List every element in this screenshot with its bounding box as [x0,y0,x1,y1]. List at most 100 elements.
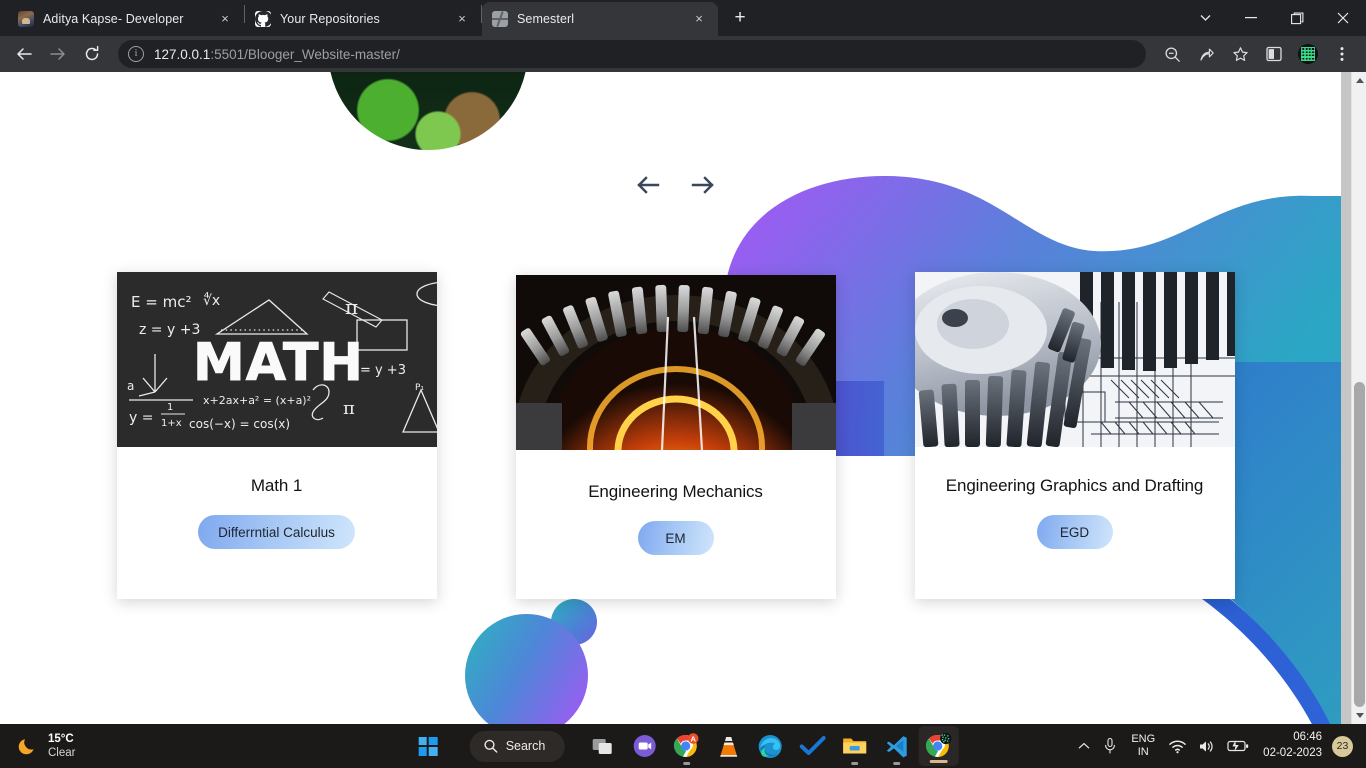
zoom-search-icon[interactable] [1156,38,1188,70]
vlc-icon[interactable] [708,724,748,768]
svg-text:A: A [690,735,696,744]
svg-text:π: π [343,398,355,419]
notification-badge[interactable]: 23 [1332,735,1353,757]
weather-text: 15°C Clear [48,732,75,760]
hero-circular-photo [328,72,528,150]
svg-text:y =: y = [129,410,153,426]
todoist-check-icon[interactable] [792,724,832,768]
page-viewport: E = mc² ∜x z = y +3 π z = y +3 a y = 1 1… [0,72,1366,724]
browser-toolbar: i 127.0.0.1:5501/Blooger_Website-master/ [0,36,1366,72]
clock-time: 06:46 [1293,731,1322,744]
glowing-gear-image [515,275,836,450]
teams-icon[interactable] [624,724,664,768]
browser-tab-3[interactable]: Semesterl × [482,2,718,36]
svg-text:∜x: ∜x [203,292,220,309]
close-icon[interactable] [1320,0,1366,36]
page-content: E = mc² ∜x z = y +3 π z = y +3 a y = 1 1… [0,72,1351,724]
browser-tab-1[interactable]: Aditya Kapse- Developer × [8,2,244,36]
reload-icon[interactable] [76,38,108,70]
windows-taskbar: 15°C Clear Search A ENG IN 06:46 02-02-2… [0,724,1366,768]
chevron-up-icon[interactable] [1071,724,1097,768]
url-path: :5501/Blooger_Website-master/ [210,46,400,62]
new-tab-button[interactable]: + [726,5,754,33]
course-card[interactable]: Engineering Graphics and Drafting EGD [914,272,1235,599]
clock-date: 02-02-2023 [1263,747,1322,759]
browser-tab-2[interactable]: Your Repositories × [245,2,481,36]
url-text: 127.0.0.1:5501/Blooger_Website-master/ [154,47,400,62]
github-icon [255,11,271,27]
bookmark-star-icon[interactable] [1224,38,1256,70]
course-title: Engineering Graphics and Drafting [945,476,1204,495]
tab-title: Your Repositories [280,12,380,26]
url-host: 127.0.0.1 [154,46,211,62]
course-card-list: E = mc² ∜x z = y +3 π z = y +3 a y = 1 1… [0,272,1351,599]
carousel-next-arrow-icon[interactable] [689,171,717,199]
weather-condition: Clear [48,747,76,759]
share-icon[interactable] [1190,38,1222,70]
svg-text:P₁: P₁ [415,383,424,393]
forward-icon[interactable] [42,38,74,70]
microphone-icon[interactable] [1097,724,1123,768]
course-card[interactable]: E = mc² ∜x z = y +3 π z = y +3 a y = 1 1… [116,272,437,599]
scrollbar-thumb[interactable] [1354,382,1365,707]
task-view-icon[interactable] [582,724,622,768]
vscode-icon[interactable] [876,724,916,768]
wifi-icon[interactable] [1163,724,1192,768]
windows-logo-icon [418,736,438,756]
minimize-icon[interactable] [1228,0,1274,36]
active-window-indicator [929,760,948,763]
language-indicator[interactable]: ENG IN [1123,733,1163,759]
tab-search-chevron-down-icon[interactable] [1182,0,1228,36]
chrome-menu-icon[interactable] [1326,38,1358,70]
course-subject-button[interactable]: EGD [1036,515,1113,549]
tab-close-icon[interactable]: × [216,10,234,28]
running-indicator [892,762,900,765]
edge-icon[interactable] [750,724,790,768]
tab-close-icon[interactable]: × [453,10,471,28]
chrome-active-icon[interactable] [918,726,959,766]
system-tray: ENG IN 06:46 02-02-2023 23 [1071,724,1366,768]
tab-title: Semesterl [517,12,575,26]
speaker-icon[interactable] [1192,724,1221,768]
toolbar-right-actions [1156,38,1358,70]
svg-text:π: π [345,295,358,319]
taskbar-app-row: Search A [408,724,959,768]
tab-title: Aditya Kapse- Developer [43,12,184,26]
svg-text:x+2ax+a² = (x+a)²: x+2ax+a² = (x+a)² [203,394,311,407]
side-panel-icon[interactable] [1258,38,1290,70]
taskbar-search-button[interactable]: Search [469,730,565,762]
profile-photo-icon [18,11,34,27]
site-info-icon[interactable]: i [128,46,144,62]
svg-text:a: a [127,379,134,393]
taskbar-clock[interactable]: 06:46 02-02-2023 [1255,730,1332,761]
tab-strip: Aditya Kapse- Developer × Your Repositor… [0,0,1366,36]
battery-charging-icon[interactable] [1221,724,1255,768]
course-subject-button[interactable]: EM [637,521,714,555]
carousel-controls [0,171,1351,199]
extension-avatar-icon[interactable] [1292,38,1324,70]
course-title: Engineering Mechanics [588,482,763,501]
scroll-down-arrow-icon[interactable] [1352,707,1366,724]
browser-window: Aditya Kapse- Developer × Your Repositor… [0,0,1366,724]
course-card[interactable]: Engineering Mechanics EM [515,275,836,599]
page-scrollbar[interactable] [1351,72,1366,724]
globe-icon [492,11,508,27]
tab-close-icon[interactable]: × [690,10,708,28]
scroll-up-arrow-icon[interactable] [1352,72,1366,89]
svg-text:z = y +3: z = y +3 [139,322,200,338]
back-icon[interactable] [8,38,40,70]
restore-icon[interactable] [1274,0,1320,36]
search-icon [484,739,498,753]
course-subject-button[interactable]: Differrntial Calculus [198,515,355,549]
taskbar-search-label: Search [505,739,546,753]
chrome-with-badge-icon[interactable]: A [666,724,706,768]
address-bar[interactable]: i 127.0.0.1:5501/Blooger_Website-master/ [118,40,1146,68]
window-controls [1182,0,1366,36]
carousel-prev-arrow-icon[interactable] [634,171,662,199]
svg-text:1: 1 [167,402,173,413]
weather-widget[interactable]: 15°C Clear [17,732,75,760]
start-button[interactable] [408,726,448,766]
svg-text:MATH: MATH [193,333,364,393]
language-line-1: ENG [1131,732,1156,745]
file-explorer-icon[interactable] [834,724,874,768]
